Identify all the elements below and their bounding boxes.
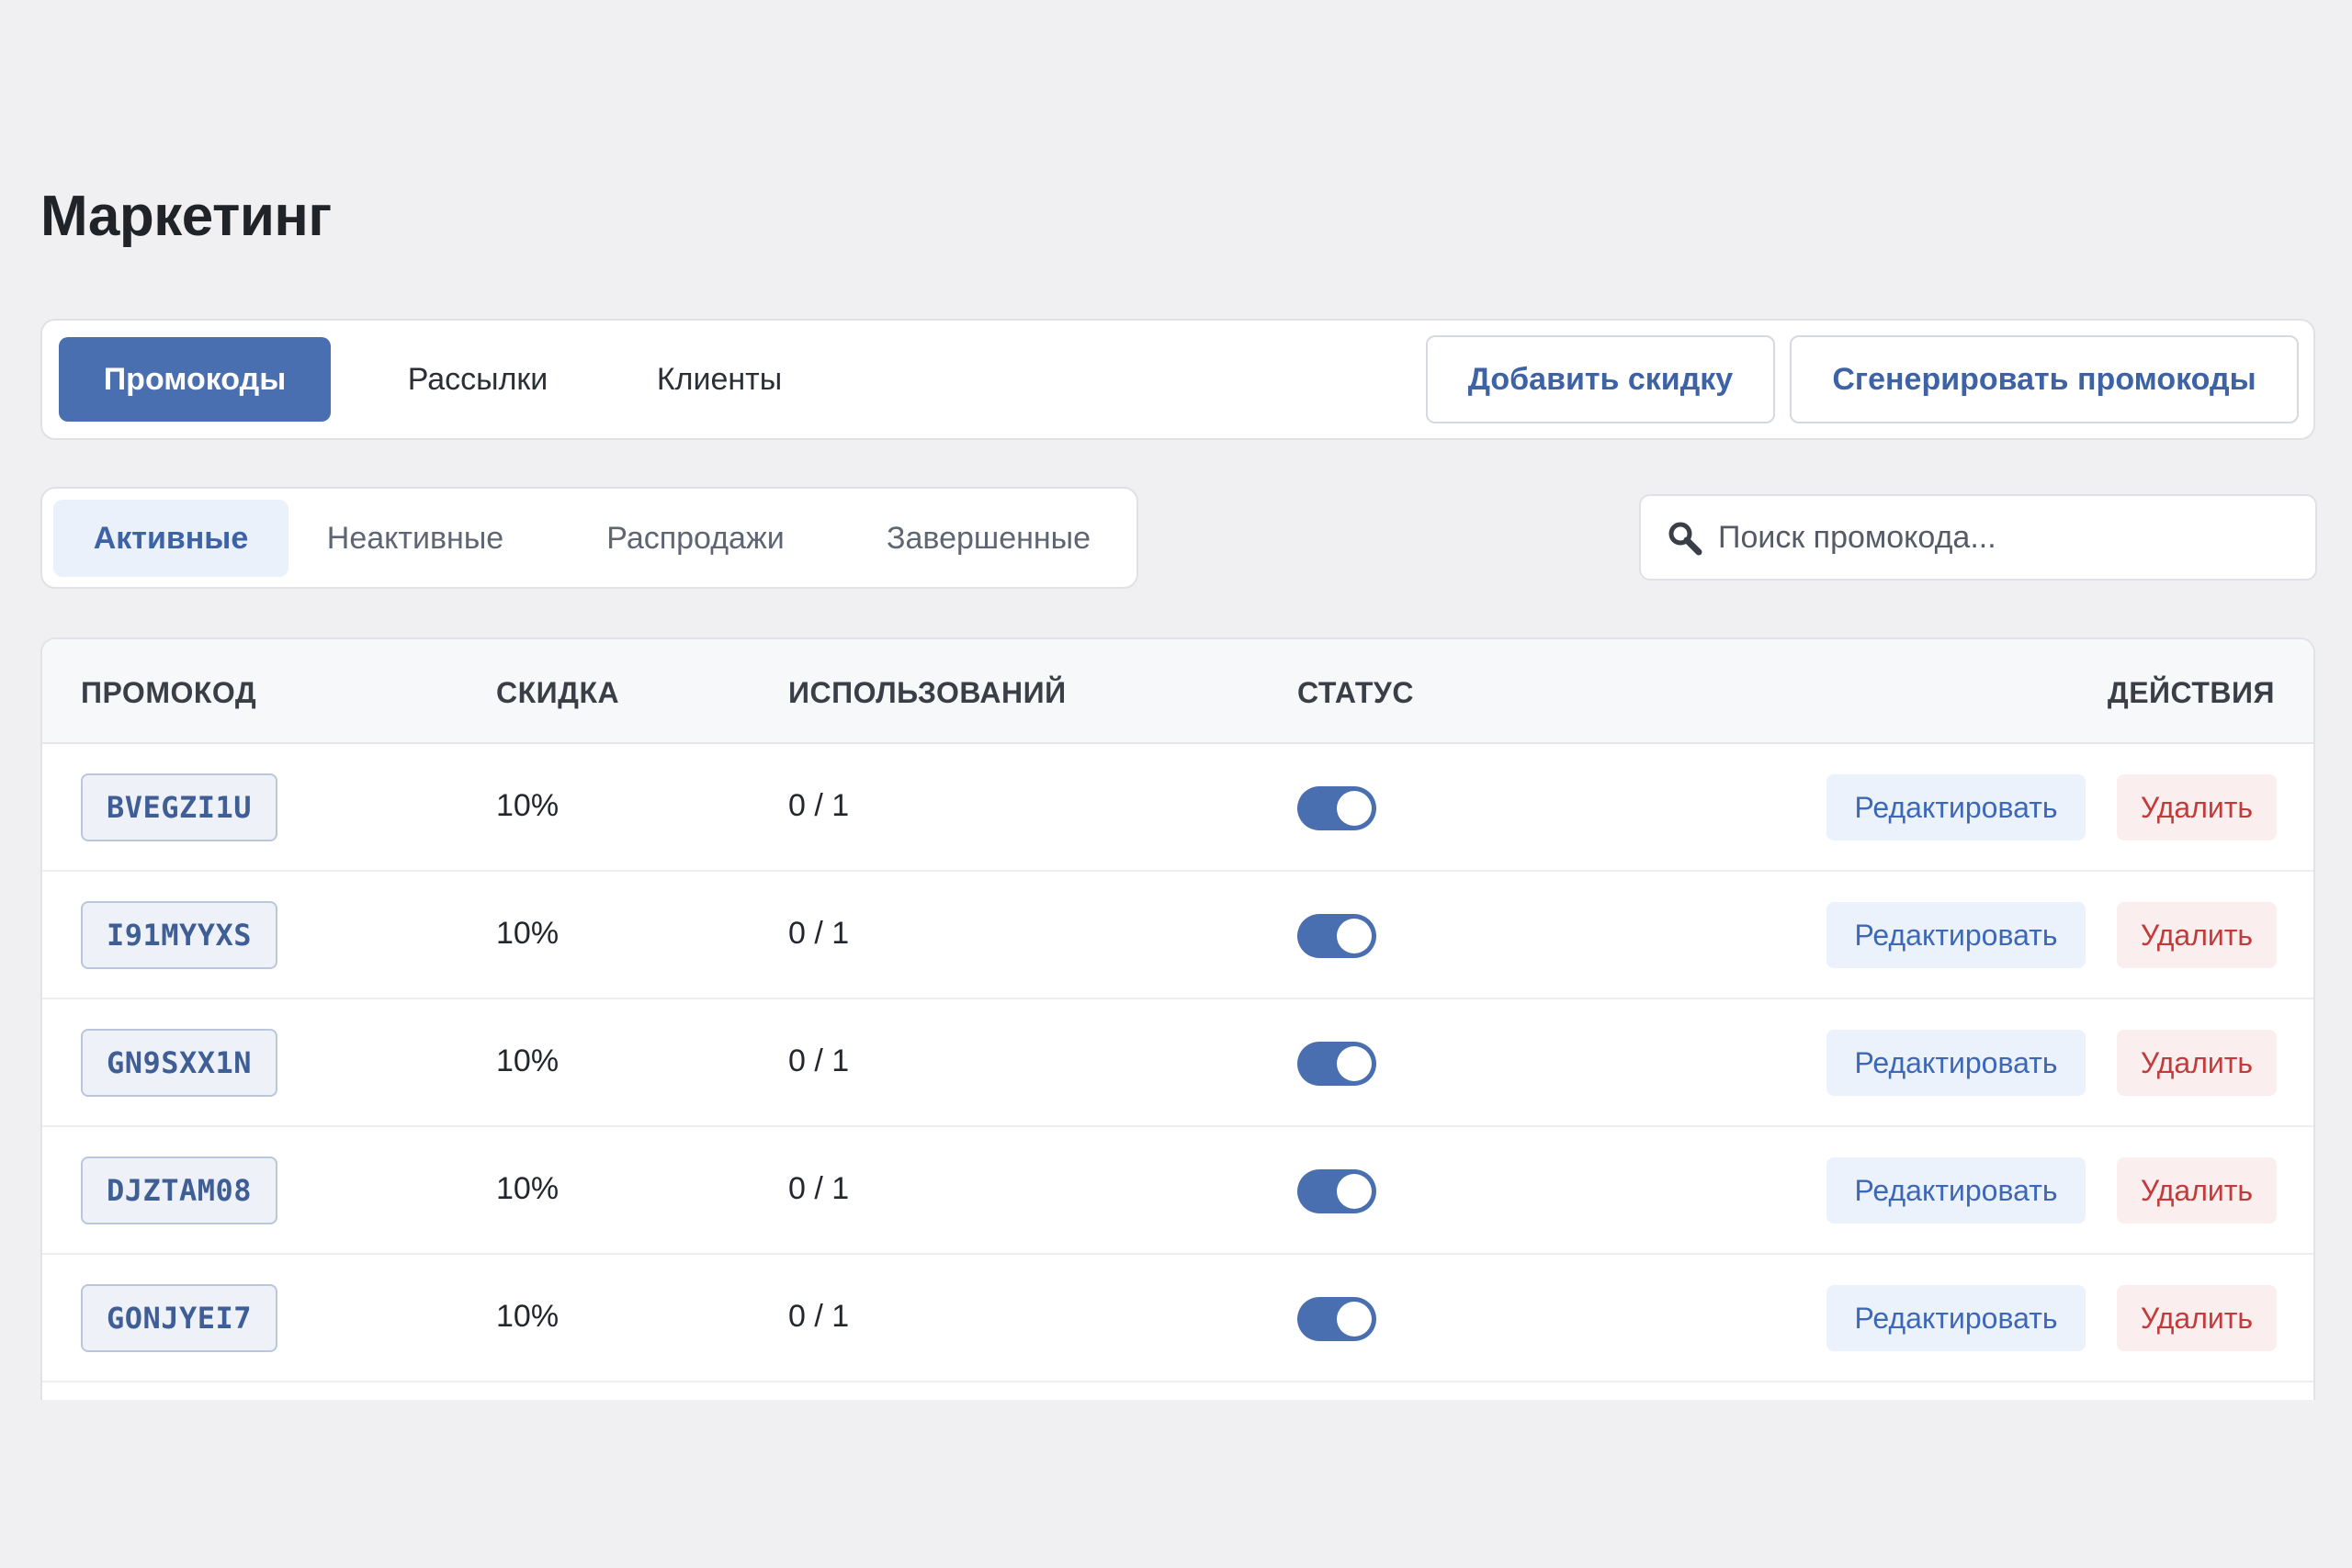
- add-discount-button[interactable]: Добавить скидку: [1426, 335, 1775, 423]
- discount-value: 10%: [496, 1171, 560, 1206]
- toggle-knob: [1337, 791, 1372, 826]
- page-title: Маркетинг: [40, 185, 332, 248]
- promocode-badge: DJZTAM08: [81, 1156, 277, 1224]
- promocode-badge: GONJYEI7: [81, 1284, 277, 1352]
- filter-tab-inactive[interactable]: Неактивные: [301, 500, 529, 577]
- table-row: BVEGZI1U 10% 0 / 1 Редактировать Удалить: [42, 744, 2313, 872]
- delete-button[interactable]: Удалить: [2117, 902, 2277, 968]
- status-toggle[interactable]: [1297, 914, 1376, 958]
- toggle-knob: [1337, 1046, 1372, 1081]
- filter-tab-active[interactable]: Активные: [53, 500, 288, 577]
- tab-promocodes[interactable]: Промокоды: [59, 337, 331, 422]
- tab-clients[interactable]: Клиенты: [621, 337, 818, 422]
- delete-button[interactable]: Удалить: [2117, 1285, 2277, 1351]
- promocode-badge: GN9SXX1N: [81, 1029, 277, 1097]
- status-toggle[interactable]: [1297, 1042, 1376, 1086]
- edit-button[interactable]: Редактировать: [1826, 902, 2086, 968]
- search-icon: [1668, 522, 1702, 556]
- promocode-badge: BVEGZI1U: [81, 773, 277, 841]
- filter-tab-sales[interactable]: Распродажи: [566, 500, 825, 577]
- uses-value: 0 / 1: [788, 1171, 850, 1206]
- discount-value: 10%: [496, 916, 560, 951]
- search-box[interactable]: [1639, 494, 2317, 581]
- status-toggle[interactable]: [1297, 786, 1376, 830]
- discount-value: 10%: [496, 1043, 560, 1078]
- uses-value: 0 / 1: [788, 1043, 850, 1078]
- table-row: DJZTAM08 10% 0 / 1 Редактировать Удалить: [42, 1127, 2313, 1255]
- status-toggle[interactable]: [1297, 1169, 1376, 1213]
- filter-tab-finished[interactable]: Завершенные: [851, 500, 1126, 577]
- edit-button[interactable]: Редактировать: [1826, 1157, 2086, 1224]
- delete-button[interactable]: Удалить: [2117, 1030, 2277, 1096]
- discount-value: 10%: [496, 788, 560, 823]
- table-row: GN9SXX1N 10% 0 / 1 Редактировать Удалить: [42, 999, 2313, 1127]
- column-header-code: ПРОМОКОД: [81, 676, 257, 709]
- generate-promocodes-button[interactable]: Сгенерировать промокоды: [1790, 335, 2299, 423]
- table-row: I91MYYXS 10% 0 / 1 Редактировать Удалить: [42, 872, 2313, 999]
- delete-button[interactable]: Удалить: [2117, 774, 2277, 840]
- column-header-discount: СКИДКА: [496, 676, 620, 709]
- promocode-badge: I91MYYXS: [81, 901, 277, 969]
- status-toggle[interactable]: [1297, 1297, 1376, 1341]
- uses-value: 0 / 1: [788, 1299, 850, 1334]
- toggle-knob: [1337, 1174, 1372, 1209]
- main-toolbar: Промокоды Рассылки Клиенты Добавить скид…: [40, 319, 2315, 440]
- column-header-actions: ДЕЙСТВИЯ: [2107, 676, 2275, 709]
- toggle-knob: [1337, 919, 1372, 953]
- column-header-status: СТАТУС: [1297, 676, 1414, 709]
- table-header: ПРОМОКОД СКИДКА ИСПОЛЬЗОВАНИЙ СТАТУС ДЕЙ…: [42, 639, 2313, 744]
- edit-button[interactable]: Редактировать: [1826, 774, 2086, 840]
- search-input[interactable]: [1718, 503, 2297, 571]
- uses-value: 0 / 1: [788, 788, 850, 823]
- tab-mailings[interactable]: Рассылки: [379, 337, 577, 422]
- uses-value: 0 / 1: [788, 916, 850, 951]
- toggle-knob: [1337, 1302, 1372, 1337]
- status-filter-tabs: Активные Неактивные Распродажи Завершенн…: [40, 487, 1138, 589]
- delete-button[interactable]: Удалить: [2117, 1157, 2277, 1224]
- table-row: GONJYEI7 10% 0 / 1 Редактировать Удалить: [42, 1255, 2313, 1382]
- promocodes-table: ПРОМОКОД СКИДКА ИСПОЛЬЗОВАНИЙ СТАТУС ДЕЙ…: [40, 637, 2315, 1400]
- marketing-page: Маркетинг Промокоды Рассылки Клиенты Доб…: [0, 0, 2352, 1568]
- edit-button[interactable]: Редактировать: [1826, 1285, 2086, 1351]
- column-header-uses: ИСПОЛЬЗОВАНИЙ: [788, 676, 1067, 709]
- edit-button[interactable]: Редактировать: [1826, 1030, 2086, 1096]
- discount-value: 10%: [496, 1299, 560, 1334]
